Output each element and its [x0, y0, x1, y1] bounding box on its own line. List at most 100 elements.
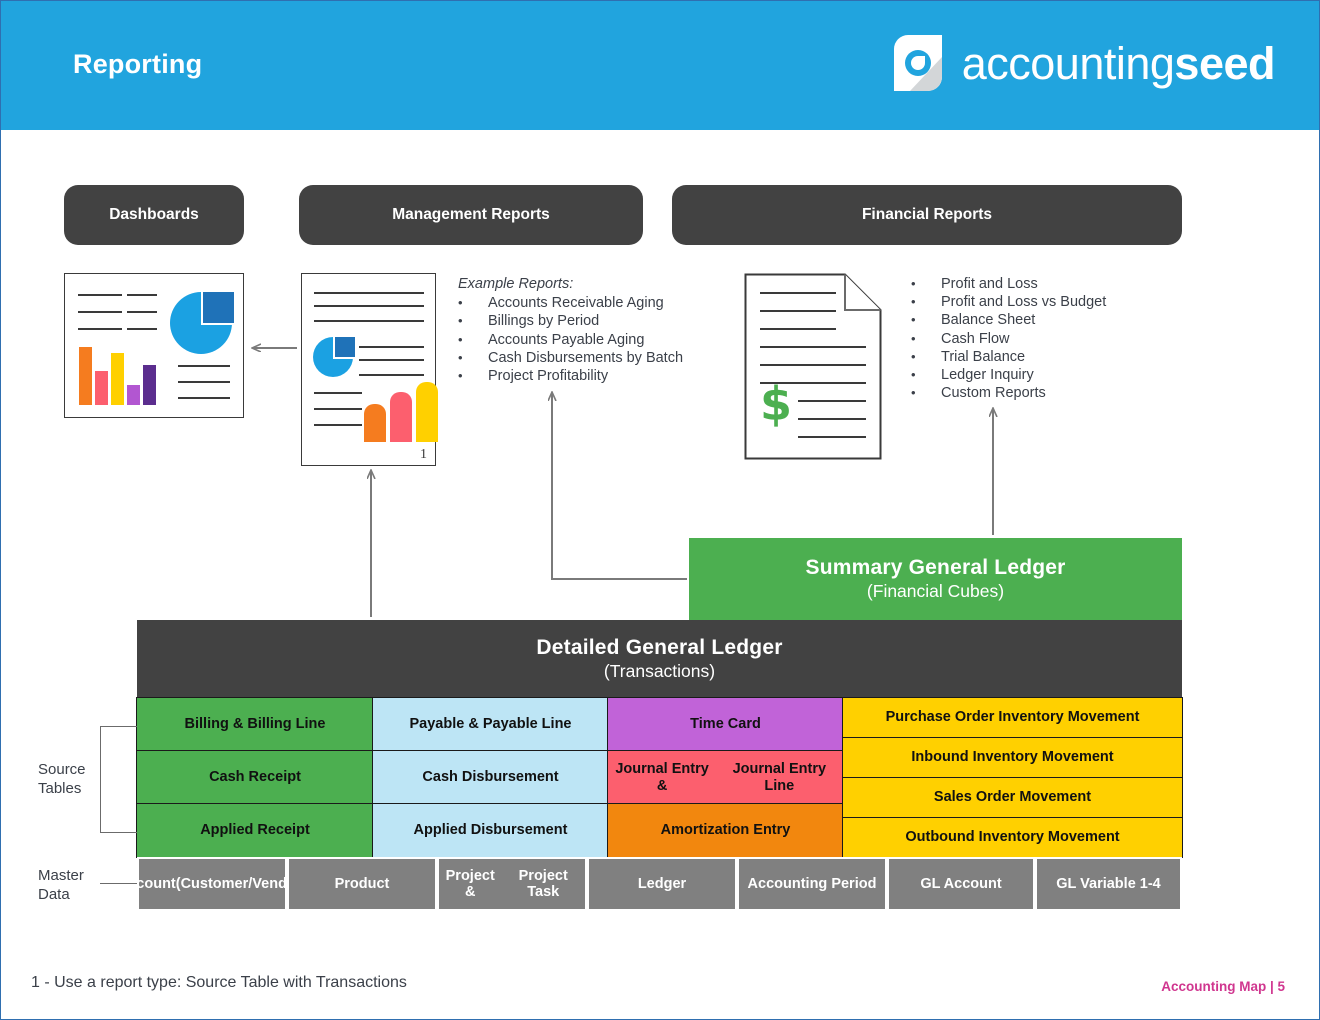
master-data-cell-label: Accounting Period: [747, 876, 877, 892]
brand-name-light: accounting: [961, 37, 1175, 89]
source-table-cell[interactable]: Purchase Order Inventory Movement: [842, 697, 1183, 739]
source-tables-bracket: [100, 726, 137, 833]
source-table-cell[interactable]: Outbound Inventory Movement: [842, 816, 1183, 858]
master-data-label: Master Data: [38, 866, 84, 904]
list-item-label: Cash Disbursements by Batch: [488, 349, 684, 366]
master-data-row: Account (Customer/Vendor) Product Project &…: [118, 857, 1182, 911]
source-table-cell-label: Applied Receipt: [200, 822, 310, 838]
source-tables-label-line1: Source: [38, 761, 86, 778]
page-number: Accounting Map | 5: [1161, 979, 1285, 994]
source-table-cell-label: Journal Entry &: [615, 760, 709, 794]
report-page-icon: 1: [301, 273, 438, 466]
bullet-icon: •: [911, 330, 916, 346]
master-data-cell-label: GL Variable 1-4: [1056, 876, 1161, 892]
list-item-label: Profit and Loss vs Budget: [941, 294, 1107, 311]
master-data-label-line1: Master: [38, 867, 84, 884]
summary-general-ledger-title: Summary General Ledger: [805, 556, 1066, 579]
master-data-cell-label: GL Account: [920, 876, 1002, 892]
source-tables-column: Time Card Journal Entry & Journal Entry Li…: [607, 697, 844, 858]
source-table-cell-label: Purchase Order Inventory Movement: [885, 709, 1140, 726]
source-table-cell-label: Sales Order Movement: [933, 788, 1092, 805]
master-data-cell[interactable]: GL Account: [887, 857, 1035, 911]
master-data-cell[interactable]: Ledger: [587, 857, 737, 911]
master-data-label-line2: Data: [38, 886, 70, 903]
pill-financial-reports-label: Financial Reports: [861, 206, 993, 223]
list-item-label: Billings by Period: [488, 313, 600, 330]
dollar-sign-icon: $: [760, 377, 793, 431]
source-tables-column: Purchase Order Inventory Movement Inbound…: [842, 697, 1183, 858]
master-data-cell[interactable]: Account (Customer/Vendor): [118, 857, 306, 911]
source-table-cell-label: Cash Receipt: [209, 769, 301, 785]
list-item: • Accounts Payable Aging: [458, 331, 683, 349]
master-data-cell-label: Product: [334, 876, 390, 892]
accounting-seed-leaf-icon: [890, 31, 946, 95]
bullet-icon: •: [911, 385, 916, 401]
source-table-cell-label: Cash Disbursement: [422, 769, 559, 785]
master-data-cell-label: Project Task: [518, 868, 568, 900]
bullet-icon: •: [911, 348, 916, 364]
source-table-cell[interactable]: Cash Disbursement: [372, 750, 609, 805]
bullet-icon: •: [458, 295, 463, 311]
bullet-icon: •: [458, 313, 463, 329]
list-item: • Cash Flow: [911, 330, 1106, 348]
source-table-cell[interactable]: Journal Entry & Journal Entry Line: [607, 750, 844, 805]
list-item: • Ledger Inquiry: [911, 366, 1106, 384]
source-table-cell[interactable]: Billing & Billing Line: [136, 697, 374, 752]
source-table-cell-label: Time Card: [690, 716, 761, 732]
source-table-cell[interactable]: Inbound Inventory Movement: [842, 737, 1183, 779]
list-item-label: Balance Sheet: [941, 312, 1036, 329]
source-tables-label-line2: Tables: [38, 780, 82, 797]
dashboard-chart-icon: [64, 273, 244, 418]
bullet-icon: •: [458, 331, 463, 347]
slide-canvas: Reporting accountingseed Dashboards Mana…: [0, 0, 1320, 1020]
list-item: • Profit and Loss vs Budget: [911, 293, 1106, 311]
master-data-cell[interactable]: GL Variable 1-4: [1035, 857, 1182, 911]
pill-management-reports[interactable]: Management Reports: [299, 185, 643, 245]
master-data-cell-label: Ledger: [637, 876, 687, 892]
source-table-cell[interactable]: Payable & Payable Line: [372, 697, 609, 752]
bullet-icon: •: [458, 349, 463, 365]
list-item: • Trial Balance: [911, 348, 1106, 366]
source-table-cell-label: Journal Entry Line: [732, 760, 827, 794]
master-data-cell[interactable]: Product: [287, 857, 437, 911]
pill-financial-reports[interactable]: Financial Reports: [672, 185, 1182, 245]
list-item: • Custom Reports: [911, 384, 1106, 402]
master-data-leader-line: [100, 883, 137, 884]
source-table-cell-label: Outbound Inventory Movement: [905, 828, 1120, 845]
list-item: • Cash Disbursements by Batch: [458, 349, 683, 367]
brand-name-bold: seed: [1174, 37, 1275, 89]
list-item-label: Cash Flow: [941, 330, 1010, 347]
financial-reports-list: • Profit and Loss • Profit and Loss vs B…: [911, 275, 1106, 402]
list-item-label: Profit and Loss: [941, 276, 1038, 292]
source-table-cell[interactable]: Cash Receipt: [136, 750, 374, 805]
master-data-cell-label: Account: [117, 876, 176, 892]
detailed-general-ledger-block: Detailed General Ledger (Transactions): [137, 620, 1182, 698]
source-table-cell[interactable]: Applied Disbursement: [372, 803, 609, 858]
list-item: • Profit and Loss: [911, 275, 1106, 293]
source-tables-column: Billing & Billing Line Cash Receipt Applie…: [136, 697, 374, 858]
source-table-cell[interactable]: Time Card: [607, 697, 844, 752]
pill-dashboards-label: Dashboards: [109, 206, 199, 223]
master-data-cell[interactable]: Accounting Period: [737, 857, 887, 911]
list-item-label: Ledger Inquiry: [941, 367, 1034, 384]
bullet-icon: •: [911, 294, 916, 310]
list-item: • Project Profitability: [458, 367, 683, 385]
list-item-label: Accounts Payable Aging: [488, 331, 645, 348]
page-title: Reporting: [73, 49, 203, 79]
pill-dashboards[interactable]: Dashboards: [64, 185, 244, 245]
bullet-icon: •: [911, 367, 916, 383]
master-data-cell[interactable]: Project & Project Task: [437, 857, 587, 911]
bullet-icon: •: [911, 312, 916, 328]
summary-general-ledger-subtitle: (Financial Cubes): [866, 581, 1005, 601]
source-table-cell[interactable]: Applied Receipt: [136, 803, 374, 858]
source-table-cell[interactable]: Sales Order Movement: [842, 776, 1183, 818]
list-item: • Balance Sheet: [911, 311, 1106, 329]
list-item-label: Project Profitability: [488, 368, 609, 385]
brand-logo: accountingseed: [890, 31, 1275, 95]
source-table-cell[interactable]: Amortization Entry: [607, 803, 844, 858]
source-table-cell-label: Billing & Billing Line: [184, 716, 326, 732]
source-table-cell-label: Applied Disbursement: [413, 822, 568, 838]
list-item-label: Accounts Receivable Aging: [488, 295, 664, 312]
source-table-cell-label: Amortization Entry: [660, 822, 791, 838]
pill-management-reports-label: Management Reports: [392, 206, 550, 223]
